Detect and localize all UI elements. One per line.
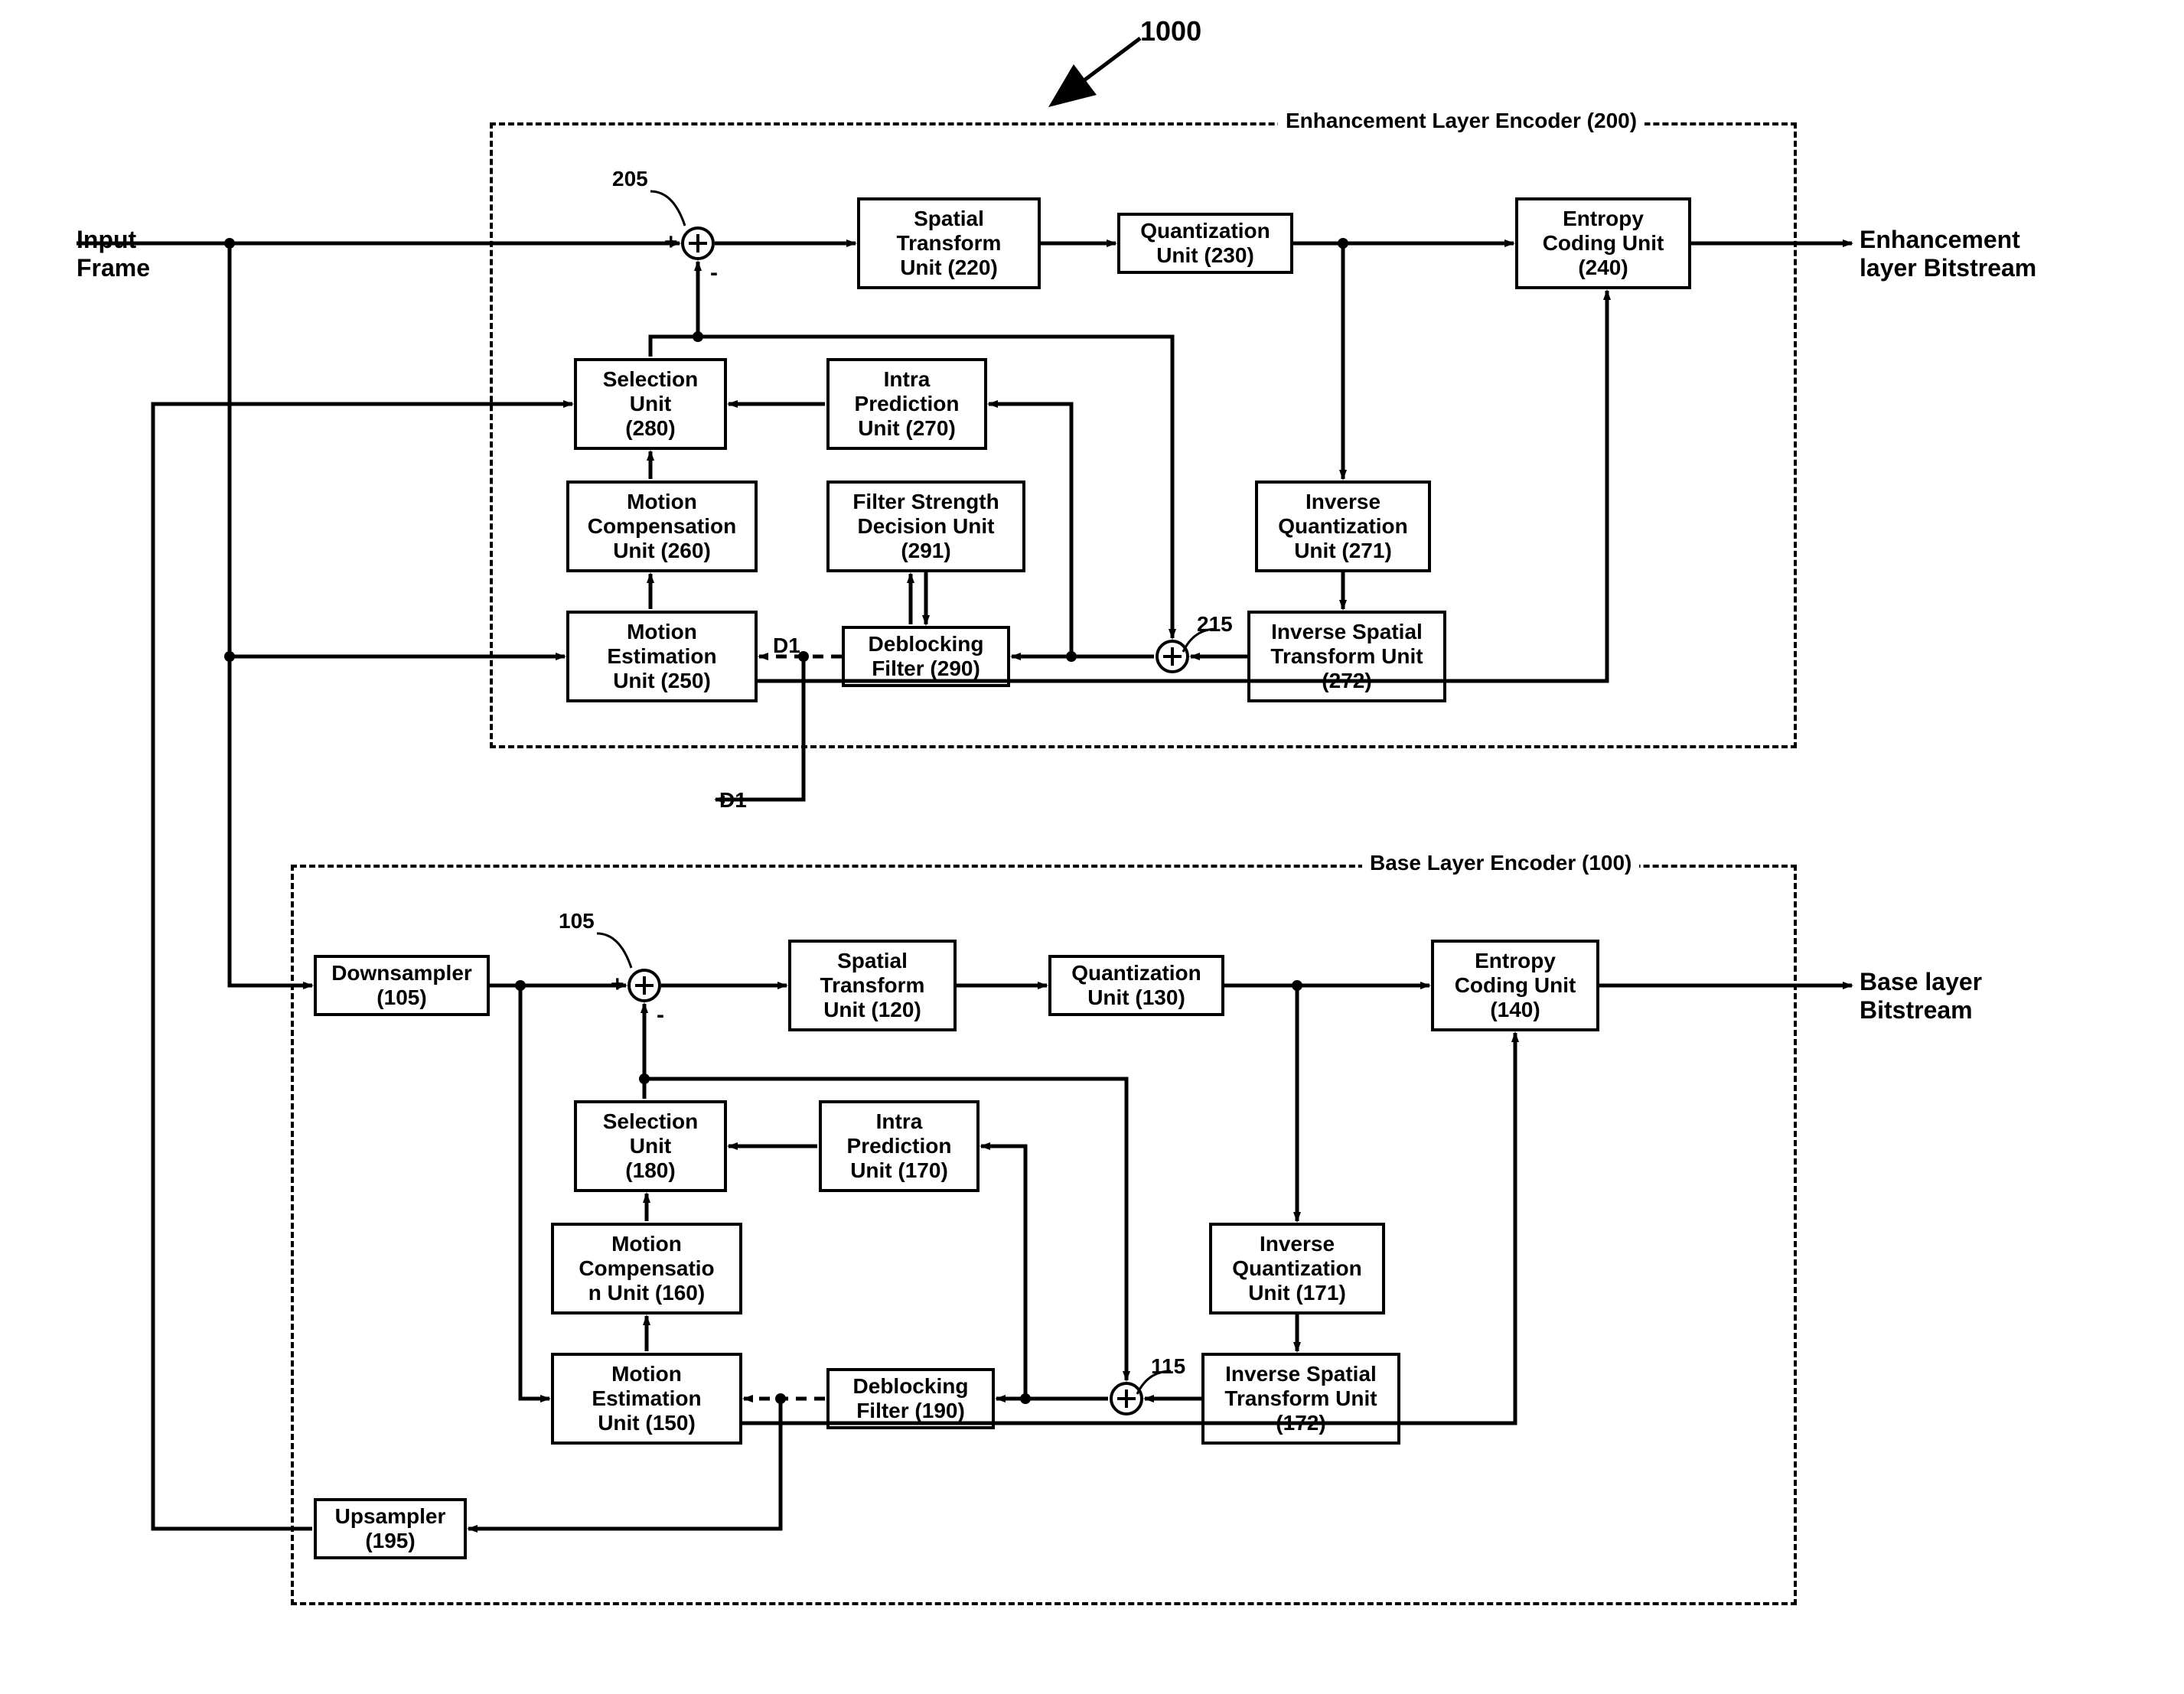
diagram-canvas: { "figure_ref": "1000", "input_label": "… bbox=[0, 0, 2184, 1694]
connectors bbox=[0, 0, 2184, 1694]
